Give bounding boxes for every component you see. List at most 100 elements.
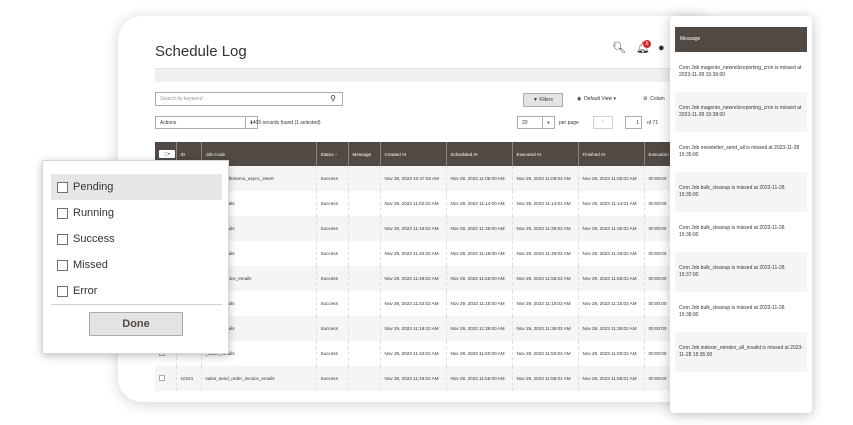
eye-icon: ◉ [577,96,582,102]
filter-option-missed[interactable]: Missed [51,252,222,278]
chevron-down-icon: ▾ [613,96,617,102]
cell-created: Nov 29, 2023 11:49:02 AM [380,366,447,391]
table-row[interactable]: 10241 sales_send_order_invoice_emails Succ… [155,366,718,391]
cell-status: Success [316,341,349,366]
cell-job: sales_send_order_invoice_emails [201,366,317,391]
cell-finished: Nov 29, 2023 11:15:02 AM [578,291,645,316]
cell-finished: Nov 29, 2023 11:55:02 AM [578,266,645,291]
cell-finished: Nov 29, 2023 11:36:02 AM [578,316,645,341]
per-page-select[interactable]: 20 ▼ [517,116,555,129]
per-page-value: 20 [522,120,528,126]
filter-option-running[interactable]: Running [51,200,222,226]
filters-button[interactable]: ▼ Filters [523,93,563,107]
filter-option-label: Running [73,207,114,219]
user-icon[interactable]: ● [658,41,665,55]
table-row[interactable]: _order_creditmemo_async_insert Success Nov… [155,166,718,191]
message-cell: Cron Job bulk_cleanup is missed at 2023-… [679,305,785,318]
columns-control[interactable]: ⚙ Colum [643,96,665,102]
column-header[interactable]: Message [348,142,381,166]
table-row[interactable]: _order_emailsSuccessNov 29, 2023 11:18:0… [155,316,718,341]
cell-created: Nov 29, 2023 10:47:03 AM [380,166,447,191]
cell-message [348,316,381,341]
cell-executed: Nov 29, 2023 11:56:01 AM [512,366,579,391]
previous-page-button[interactable]: < [593,116,613,129]
cell-status: Success [316,241,349,266]
cell-message [348,216,381,241]
filter-option-label: Success [73,233,115,245]
checkbox[interactable] [57,181,68,193]
cell-executed: Nov 29, 2023 11:06:02 AM [512,166,579,191]
cell-scheduled: Nov 29, 2023 11:50:00 AM [446,341,513,366]
table-row[interactable]: _order_invoice_emailsSuccessNov 29, 2023… [155,266,718,291]
table-row[interactable]: _order_emailsSuccessNov 29, 2023 11:18:0… [155,216,718,241]
cell-scheduled: Nov 29, 2023 11:06:00 AM [446,166,513,191]
cell-created: Nov 29, 2023 11:49:02 AM [380,266,447,291]
cell-message [348,166,381,191]
table-header-row: ▢▾ ID Job Code Status ↑ Message Created … [155,142,718,166]
per-page-label: per page [559,120,579,126]
row-select-cell[interactable] [155,366,177,391]
page-number-input[interactable]: 1 [625,116,642,129]
cell-created: Nov 29, 2023 11:34:02 AM [380,241,447,266]
message-cell: Cron Job indexer_reindex_all_invalid is … [675,332,807,372]
table-row[interactable]: _order_emailsSuccessNov 29, 2023 11:34:0… [155,341,718,366]
page-title: Schedule Log [155,43,247,60]
notification-count-badge: 6 [643,40,651,48]
column-header-status[interactable]: Status ↑ [316,142,349,166]
filter-option-pending[interactable]: Pending [51,174,222,200]
cell-created: Nov 29, 2023 11:18:02 AM [380,316,447,341]
search-icon[interactable]: 🔍︎ [612,41,626,55]
search-placeholder: Search by keyword [160,96,203,102]
cell-executed: Nov 29, 2023 11:49:02 AM [512,241,579,266]
default-view-control[interactable]: ◉ Default View ▾ [577,96,616,102]
message-cell: Cron Job magento_newrelicreporting_cron … [675,92,807,132]
column-header[interactable]: Scheduled At [446,142,513,166]
schedule-log-table: ▢▾ ID Job Code Status ↑ Message Created … [155,142,718,391]
checkbox[interactable] [57,233,68,245]
column-header[interactable]: Finished At [578,142,645,166]
actions-select[interactable]: Actions ▼ [155,116,258,129]
row-checkbox[interactable] [159,374,165,381]
cell-status: Success [316,291,349,316]
cell-scheduled: Nov 29, 2023 11:36:00 AM [446,316,513,341]
chevron-left-icon: < [601,119,605,125]
column-header[interactable]: Created At [380,142,447,166]
checkbox[interactable] [57,207,68,219]
done-button[interactable]: Done [89,312,183,336]
message-cell: Cron Job bulk_cleanup is missed at 2023-… [675,252,807,292]
page-total: of 71 [647,120,659,126]
cell-executed: Nov 29, 2023 11:14:01 AM [512,191,579,216]
cell-created: Nov 29, 2023 11:02:02 AM [380,191,447,216]
filter-option-error[interactable]: Error [51,278,222,304]
filter-option-label: Pending [73,181,114,193]
cell-message [348,266,381,291]
search-icon[interactable]: ⚲ [330,94,336,103]
divider [51,304,222,305]
funnel-icon: ▼ [533,97,538,103]
cell-finished: Nov 29, 2023 11:14:01 AM [578,191,645,216]
cell-scheduled: Nov 29, 2023 11:15:00 AM [446,291,513,316]
cell-finished: Nov 29, 2023 11:56:01 AM [578,366,645,391]
table-row[interactable]: _order_emailsSuccessNov 29, 2023 11:34:0… [155,241,718,266]
cell-status: Success [316,216,349,241]
cell-executed: Nov 29, 2023 11:15:02 AM [512,291,579,316]
filters-label: Filters [539,97,553,103]
message-cell: Cron Job magento_newrelicreporting_cron … [679,65,802,78]
filter-option-label: Missed [73,259,108,271]
cell-executed: Nov 29, 2023 11:35:02 AM [512,216,579,241]
message-panel: Message Cron Job magento_newrelicreporti… [670,16,812,413]
checkbox[interactable] [57,259,68,271]
cell-finished: Nov 29, 2023 11:35:02 AM [578,216,645,241]
cell-message [348,341,381,366]
filter-option-success[interactable]: Success [51,226,222,252]
search-input[interactable]: Search by keyword ⚲ [155,92,343,106]
table-row[interactable]: _order_emailsSuccessNov 29, 2023 11:02:0… [155,291,718,316]
cell-created: Nov 29, 2023 11:18:02 AM [380,216,447,241]
column-header[interactable]: Executed At [512,142,579,166]
cell-message [348,191,381,216]
page-actions-bar [155,68,718,82]
cell-status: Success [316,316,349,341]
checkbox[interactable] [57,285,68,297]
checkbox-dropdown-icon[interactable]: ▢▾ [159,150,175,158]
table-row[interactable]: _order_emailsSuccessNov 29, 2023 11:02:0… [155,191,718,216]
